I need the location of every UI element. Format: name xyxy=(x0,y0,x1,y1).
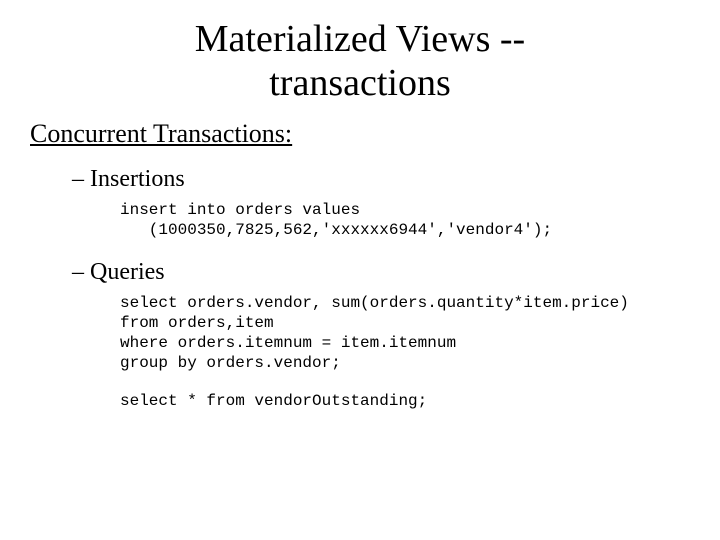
bullet-insertions-label: Insertions xyxy=(90,166,185,192)
code-query1-line-3: where orders.itemnum = item.itemnum xyxy=(120,333,690,353)
code-query1-line-4: group by orders.vendor; xyxy=(120,353,690,373)
code-query1-line-2: from orders,item xyxy=(120,313,690,333)
slide-title: Materialized Views -- transactions xyxy=(30,18,690,105)
code-insert-line-1: insert into orders values xyxy=(120,200,690,220)
bullet-dash: – xyxy=(72,258,90,287)
title-line-1: Materialized Views -- xyxy=(195,18,525,60)
code-query1-line-1: select orders.vendor, sum(orders.quantit… xyxy=(120,293,690,313)
code-query2-line-1: select * from vendorOutstanding; xyxy=(120,391,690,411)
bullet-queries: –Queries xyxy=(72,258,690,287)
slide-container: Materialized Views -- transactions Concu… xyxy=(0,0,720,540)
bullet-queries-label: Queries xyxy=(90,259,165,285)
code-insert-line-2: (1000350,7825,562,'xxxxxx6944','vendor4'… xyxy=(120,220,690,240)
section-subtitle: Concurrent Transactions: xyxy=(30,119,690,149)
title-line-2: transactions xyxy=(269,62,451,104)
bullet-dash: – xyxy=(72,165,90,194)
bullet-insertions: –Insertions xyxy=(72,165,690,194)
